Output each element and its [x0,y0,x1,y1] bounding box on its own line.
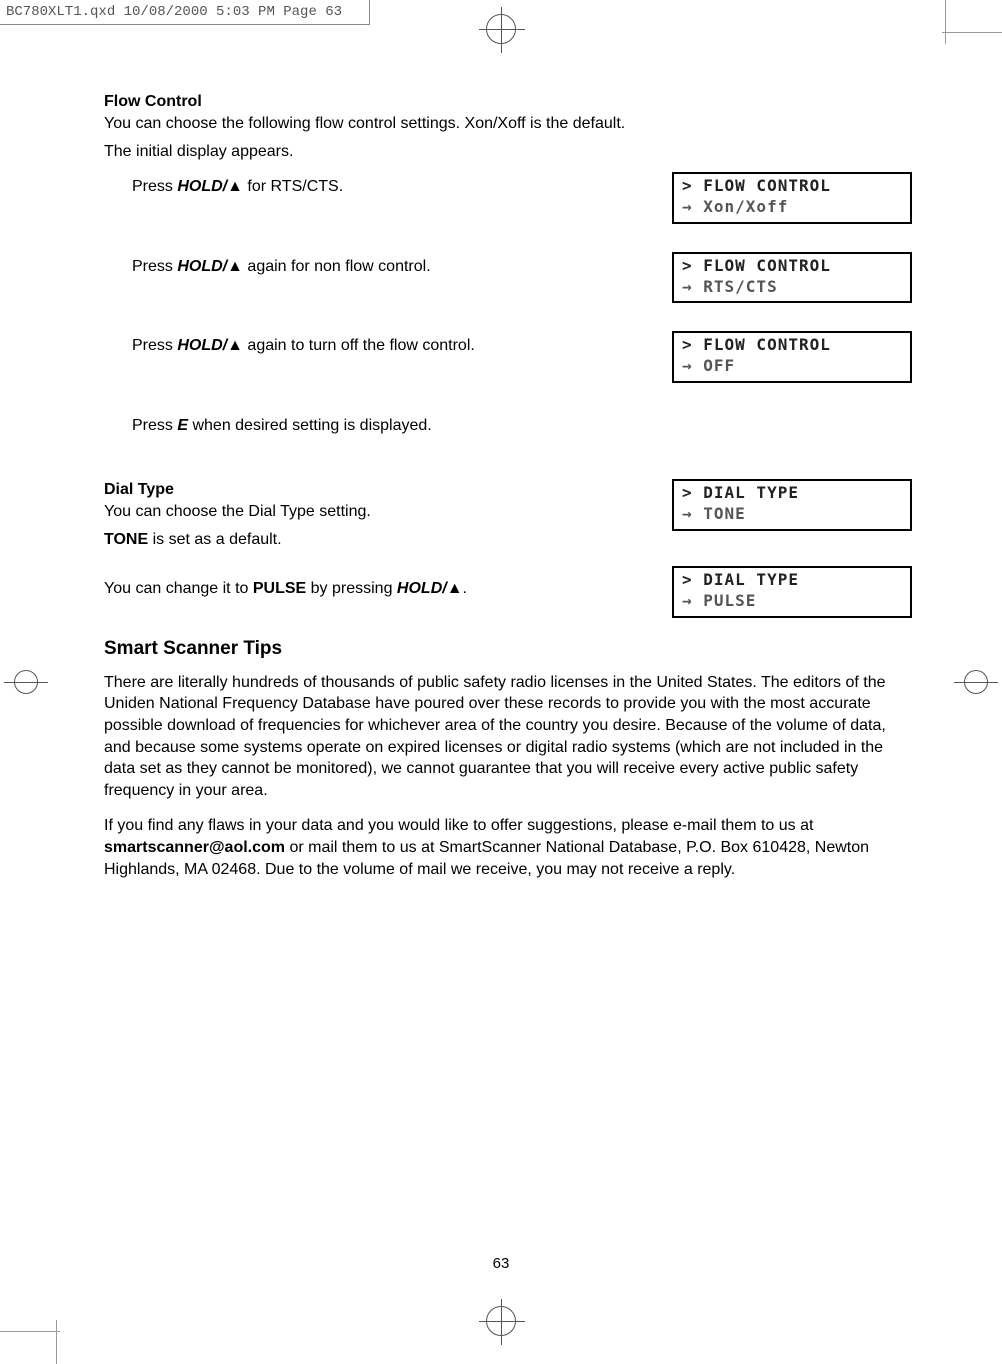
step-row-1: Press HOLD/▲ for RTS/CTS. > FLOW CONTROL… [104,172,912,224]
lcd-display-3: > FLOW CONTROL → OFF [672,331,912,383]
registration-mark-bottom [486,1306,516,1336]
registration-mark-right [964,670,988,694]
up-arrow-icon: ▲ [447,580,463,597]
dial-type-heading: Dial Type [104,481,652,499]
step2-text: Press HOLD/▲ again for non flow control. [104,252,652,276]
dial-type-row-2: You can change it to PULSE by pressing H… [104,566,912,618]
dial-line2: TONE is set as a default. [104,529,652,551]
step-row-4: Press E when desired setting is displaye… [104,411,912,435]
file-header: BC780XLT1.qxd 10/08/2000 5:03 PM Page 63 [0,0,370,25]
smart-scanner-tips-heading: Smart Scanner Tips [104,638,912,660]
crop-mark [942,32,1002,33]
flow-control-heading: Flow Control [104,93,912,111]
crop-mark [0,1331,60,1332]
registration-mark-top [486,14,516,44]
tips-para2: If you find any flaws in your data and y… [104,815,912,880]
lcd-display-1: > FLOW CONTROL → Xon/Xoff [672,172,912,224]
crop-mark [56,1320,57,1364]
page-content: Flow Control You can choose the followin… [0,25,1002,880]
step1-text: Press HOLD/▲ for RTS/CTS. [104,172,652,196]
step-row-3: Press HOLD/▲ again to turn off the flow … [104,331,912,383]
tips-para1: There are literally hundreds of thousand… [104,672,912,802]
lcd-display-5: > DIAL TYPE → PULSE [672,566,912,618]
step4-text: Press E when desired setting is displaye… [104,411,912,435]
step3-text: Press HOLD/▲ again to turn off the flow … [104,331,652,355]
up-arrow-icon: ▲ [227,258,243,275]
step-row-2: Press HOLD/▲ again for non flow control.… [104,252,912,304]
dial-line3: You can change it to PULSE by pressing H… [104,566,652,598]
up-arrow-icon: ▲ [227,337,243,354]
flow-intro1: You can choose the following flow contro… [104,113,912,135]
up-arrow-icon: ▲ [227,178,243,195]
dial-type-row-1: Dial Type You can choose the Dial Type s… [104,475,912,556]
lcd-display-4: > DIAL TYPE → TONE [672,479,912,531]
registration-mark-left [14,670,38,694]
crop-mark [945,0,946,44]
page-number: 63 [0,1255,1002,1272]
flow-intro2: The initial display appears. [104,141,912,163]
lcd-display-2: > FLOW CONTROL → RTS/CTS [672,252,912,304]
dial-line1: You can choose the Dial Type setting. [104,501,652,523]
